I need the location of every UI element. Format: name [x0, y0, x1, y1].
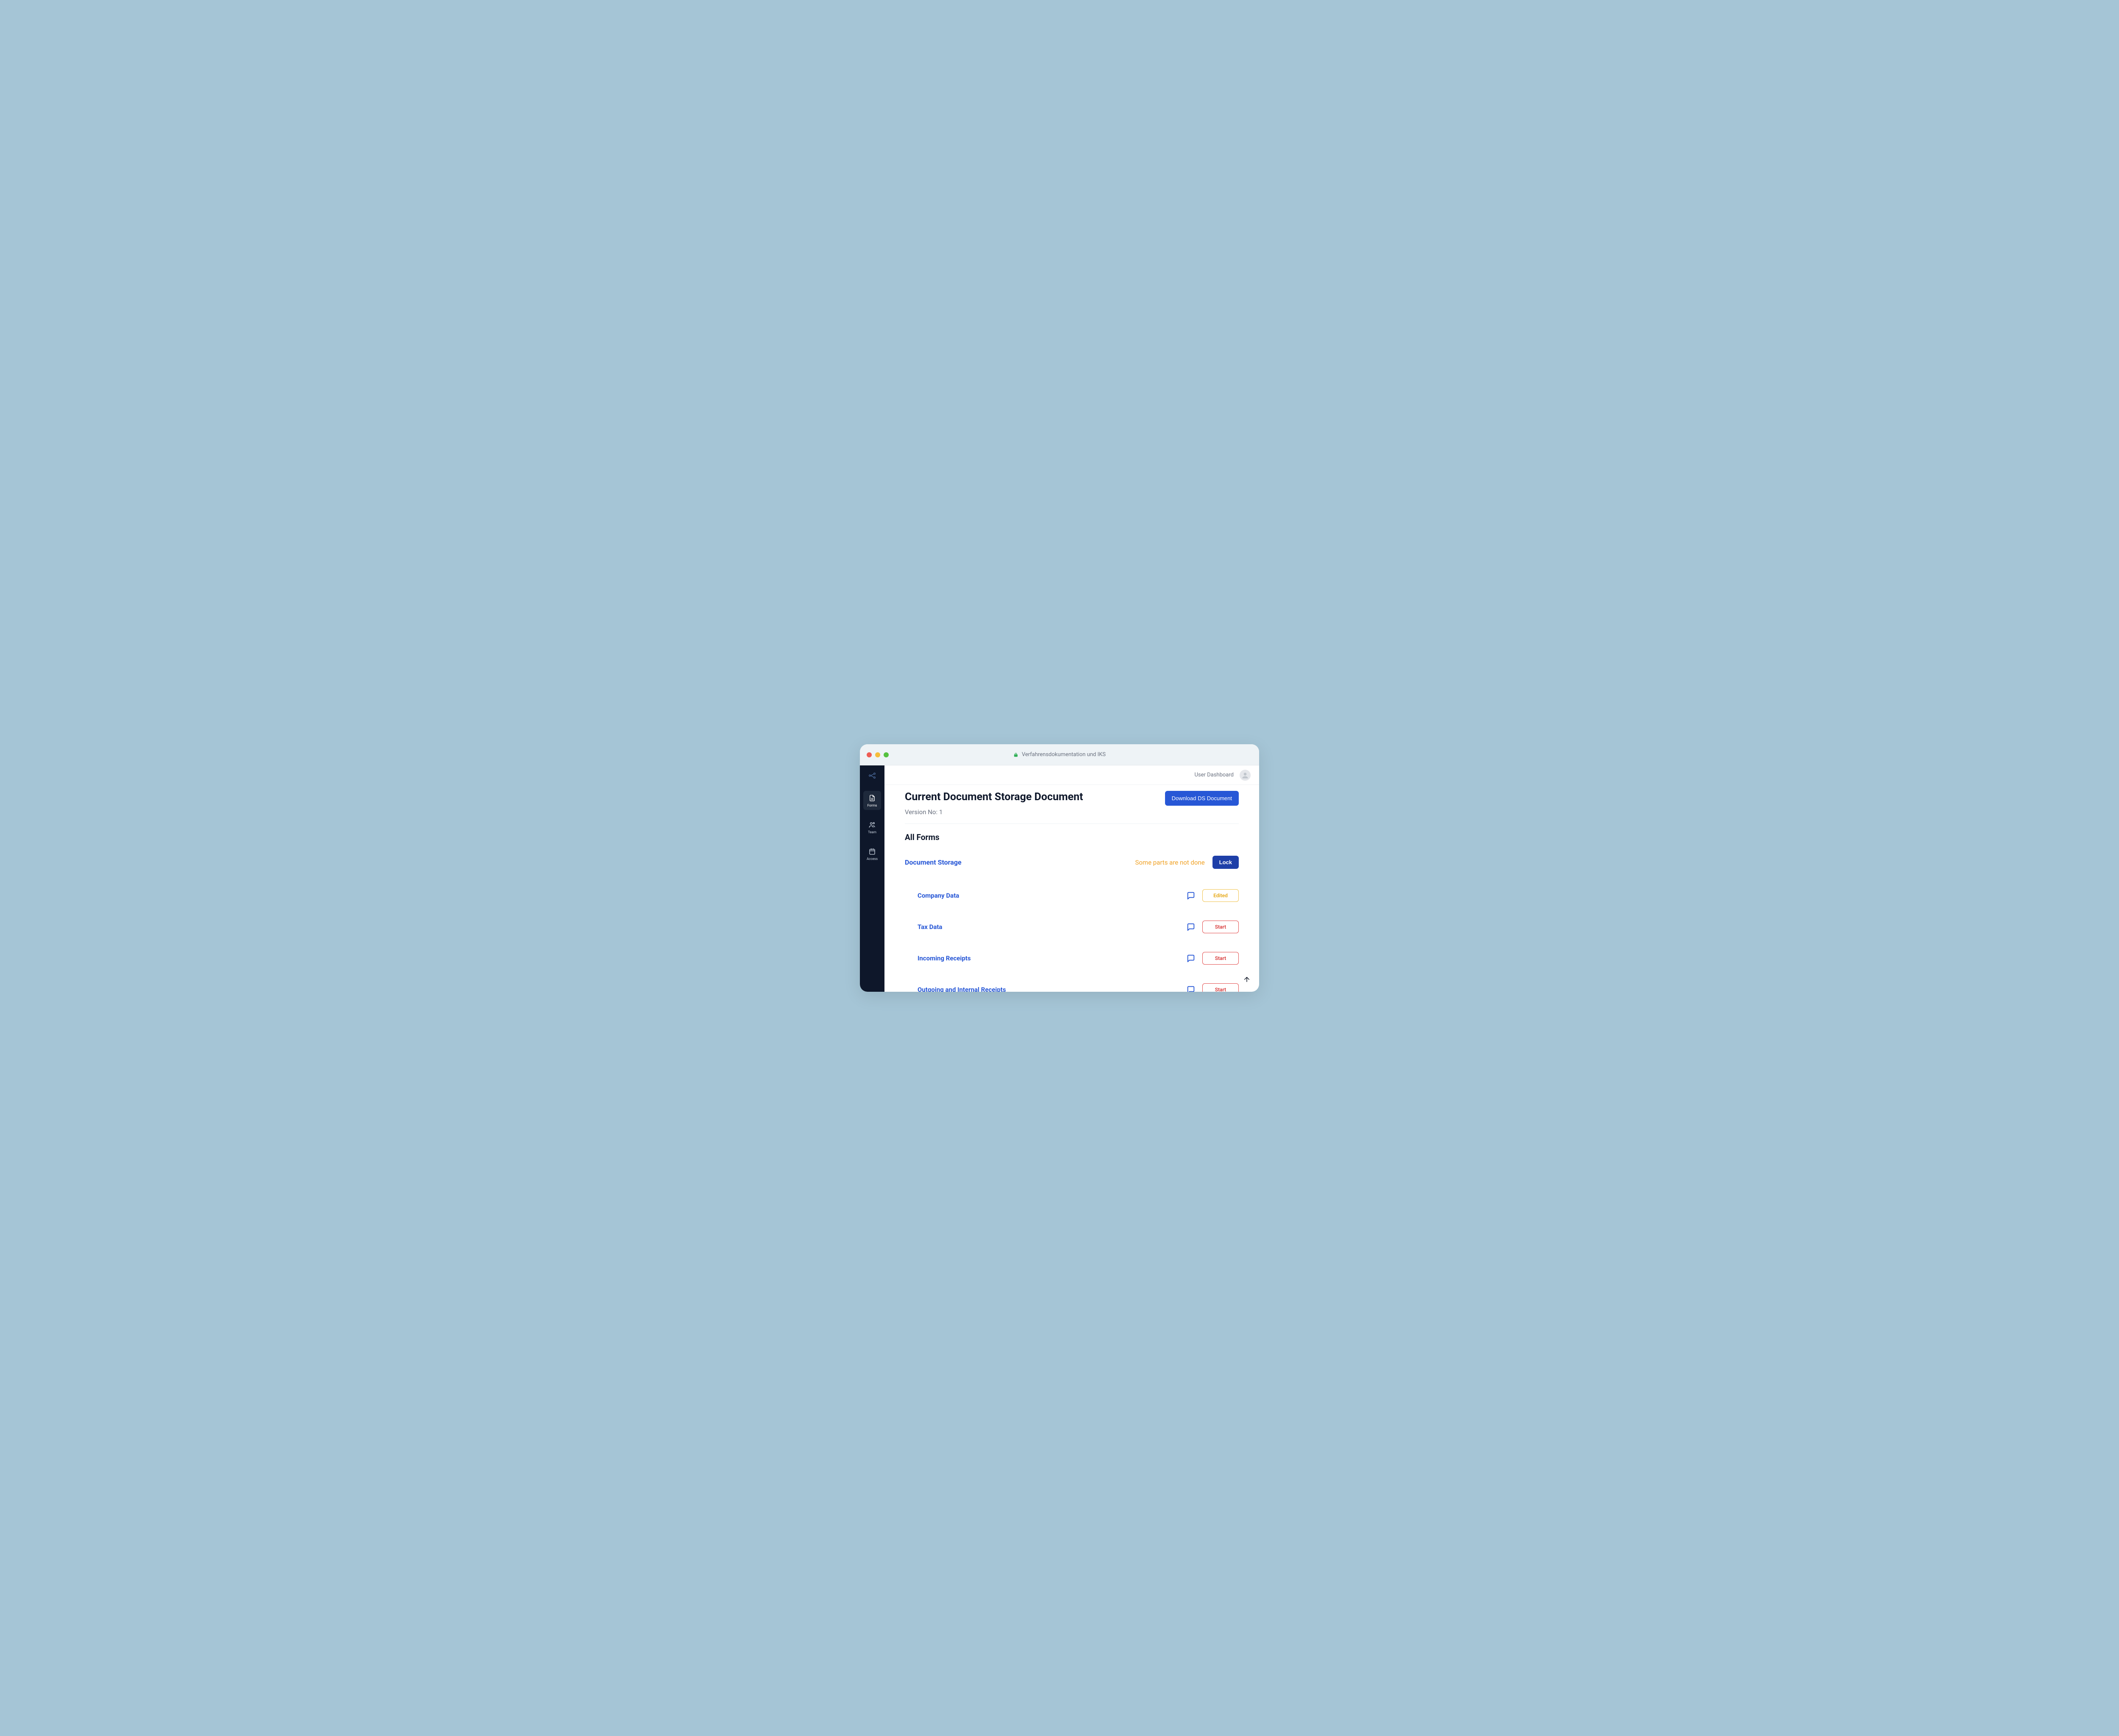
sidebar: Forms Team Access — [860, 765, 884, 992]
form-title-link[interactable]: Outgoing and Internal Receipts — [918, 986, 1006, 992]
topbar: User Dashboard — [884, 765, 1259, 785]
app-logo — [867, 771, 877, 781]
maximize-window-button[interactable] — [884, 752, 889, 757]
sidebar-item-label: Access — [867, 857, 878, 861]
comment-icon[interactable] — [1186, 954, 1196, 963]
window-title: Verfahrensdokumentation und IKS — [1022, 751, 1106, 758]
sidebar-item-forms[interactable]: Forms — [863, 791, 881, 810]
minimize-window-button[interactable] — [875, 752, 880, 757]
status-start-button[interactable]: Start — [1202, 983, 1239, 992]
sidebar-item-label: Team — [868, 830, 876, 834]
avatar[interactable] — [1240, 770, 1251, 781]
document-icon — [868, 794, 876, 802]
status-start-button[interactable]: Start — [1202, 921, 1239, 933]
all-forms-heading: All Forms — [905, 832, 1239, 842]
page-header: Current Document Storage Document Downlo… — [905, 791, 1239, 806]
titlebar: Verfahrensdokumentation und IKS — [860, 744, 1259, 765]
status-start-button[interactable]: Start — [1202, 952, 1239, 965]
group-title-link[interactable]: Document Storage — [905, 858, 962, 866]
form-row: Incoming Receipts Start — [918, 943, 1239, 974]
form-row-right: Start — [1186, 921, 1239, 933]
form-title-link[interactable]: Tax Data — [918, 923, 942, 931]
window-title-group: Verfahrensdokumentation und IKS — [1013, 751, 1106, 758]
lock-button[interactable]: Lock — [1212, 856, 1239, 869]
form-row: Tax Data Start — [918, 911, 1239, 943]
sidebar-item-team[interactable]: Team — [863, 818, 881, 837]
team-icon — [868, 821, 876, 829]
form-group-header: Document Storage Some parts are not done… — [905, 856, 1239, 869]
app-body: Forms Team Access — [860, 765, 1259, 992]
forms-list: Company DataEditedTax DataStartIncoming … — [905, 880, 1239, 992]
sidebar-item-access[interactable]: Access — [863, 844, 881, 863]
group-warning-text: Some parts are not done — [1135, 859, 1204, 866]
lock-icon — [1013, 752, 1018, 758]
page-title: Current Document Storage Document — [905, 791, 1083, 803]
calendar-icon — [868, 848, 876, 855]
dashboard-link[interactable]: User Dashboard — [1194, 772, 1234, 778]
form-row: Company Data Edited — [918, 880, 1239, 911]
comment-icon[interactable] — [1186, 922, 1196, 932]
comment-icon[interactable] — [1186, 985, 1196, 992]
form-row-right: Edited — [1186, 889, 1239, 902]
form-row-right: Start — [1186, 983, 1239, 992]
sidebar-item-label: Forms — [868, 804, 877, 807]
form-title-link[interactable]: Company Data — [918, 892, 959, 899]
version-label: Version No: 1 — [905, 808, 1239, 816]
content: Current Document Storage Document Downlo… — [884, 785, 1259, 992]
comment-icon[interactable] — [1186, 891, 1196, 900]
group-header-right: Some parts are not done Lock — [1135, 856, 1239, 869]
divider — [905, 823, 1239, 824]
close-window-button[interactable] — [867, 752, 872, 757]
status-edited-button[interactable]: Edited — [1202, 889, 1239, 902]
main-area: User Dashboard Current Document Storage … — [884, 765, 1259, 992]
scroll-to-top-button[interactable] — [1241, 974, 1252, 985]
form-row-right: Start — [1186, 952, 1239, 965]
app-window: Verfahrensdokumentation und IKS Forms — [860, 744, 1259, 992]
download-ds-button[interactable]: Download DS Document — [1165, 791, 1239, 806]
form-title-link[interactable]: Incoming Receipts — [918, 954, 971, 962]
form-row: Outgoing and Internal Receipts Start — [918, 974, 1239, 992]
traffic-lights — [867, 752, 889, 757]
